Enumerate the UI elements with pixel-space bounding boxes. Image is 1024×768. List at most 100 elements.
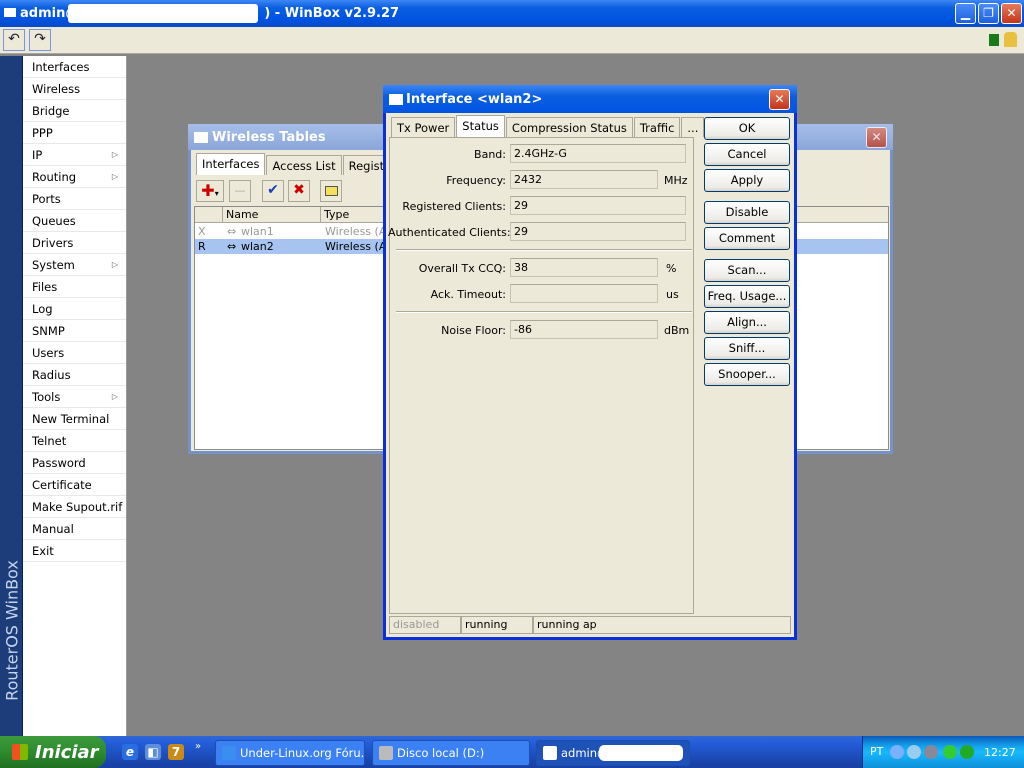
close-button[interactable]: ✕ <box>1001 3 1022 24</box>
ok-button[interactable]: OK <box>704 117 790 140</box>
ack-timeout-unit: us <box>666 288 679 301</box>
interface-dialog-close-button[interactable]: ✕ <box>769 89 790 110</box>
snooper-button[interactable]: Snooper... <box>704 363 790 386</box>
start-label: Iniciar <box>35 742 99 763</box>
task-label: Disco local (D:) <box>397 746 485 760</box>
brand-strip: RouterOS WinBox <box>0 56 23 736</box>
redacted-address <box>68 4 258 23</box>
task-browser[interactable]: Under-Linux.org Fóru... <box>215 740 365 766</box>
remove-button[interactable]: — <box>229 180 251 202</box>
task-explorer[interactable]: Disco local (D:) <box>372 740 530 766</box>
window-icon <box>389 94 403 105</box>
menu-item-snmp[interactable]: SNMP <box>23 320 126 342</box>
clock: 12:27 <box>984 746 1016 759</box>
ack-timeout-value <box>510 284 658 303</box>
separator <box>396 311 692 313</box>
column-header-flag <box>195 207 223 223</box>
browser-icon <box>222 746 236 760</box>
menu-item-tools[interactable]: Tools ▷ <box>23 386 126 408</box>
frequency-unit: MHz <box>664 174 688 187</box>
disable-interface-button[interactable]: Disable <box>704 201 790 224</box>
submenu-arrow-icon: ▷ <box>111 150 118 159</box>
desktop-icon[interactable]: ◧ <box>145 744 161 760</box>
menu-item-new-terminal[interactable]: New Terminal <box>23 408 126 430</box>
enable-button[interactable]: ✔ <box>262 180 284 202</box>
menu-item-queues[interactable]: Queues <box>23 210 126 232</box>
app-titlebar: admin@) - WinBox v2.9.27 ▁ ❐ ✕ <box>0 0 1024 27</box>
scan-button[interactable]: Scan... <box>704 259 790 282</box>
submenu-arrow-icon: ▷ <box>111 392 118 401</box>
menu-item-wireless[interactable]: Wireless <box>23 78 126 100</box>
comment-button[interactable] <box>320 180 342 202</box>
row-name: wlan1 <box>241 225 274 238</box>
overall-tx-ccq-unit: % <box>666 262 677 275</box>
language-indicator[interactable]: PT <box>870 745 883 758</box>
restore-button[interactable]: ❐ <box>978 3 999 24</box>
system-tray: PT 12:27 <box>862 736 1024 768</box>
windows-logo-icon <box>12 744 28 760</box>
menu-item-telnet[interactable]: Telnet <box>23 430 126 452</box>
network-icon[interactable] <box>907 745 921 759</box>
sniff-button[interactable]: Sniff... <box>704 337 790 360</box>
frequency-label: Frequency: <box>446 174 506 187</box>
menu-item-bridge[interactable]: Bridge <box>23 100 126 122</box>
add-button[interactable]: ✚▾ <box>196 180 224 202</box>
authenticated-clients-label: Authenticated Clients: <box>388 226 511 239</box>
band-value: 2.4GHz-G <box>510 144 686 163</box>
align-button[interactable]: Align... <box>704 311 790 334</box>
volume-icon[interactable] <box>924 745 938 759</box>
menu-item-log[interactable]: Log <box>23 298 126 320</box>
menu-item-certificate[interactable]: Certificate <box>23 474 126 496</box>
menu-item-system[interactable]: System ▷ <box>23 254 126 276</box>
interface-dialog-tabs: Tx Power Status Compression Status Traff… <box>391 115 705 139</box>
cancel-button[interactable]: Cancel <box>704 143 790 166</box>
status-disabled: disabled <box>389 616 461 634</box>
quicklaunch-more-icon[interactable]: » <box>195 741 201 752</box>
menu-item-ports[interactable]: Ports <box>23 188 126 210</box>
globe-icon[interactable] <box>960 745 974 759</box>
internet-explorer-icon[interactable]: e <box>122 744 138 760</box>
interface-dialog: Interface <wlan2> ✕ Tx Power Status Comp… <box>383 85 797 640</box>
menu-item-ip[interactable]: IP ▷ <box>23 144 126 166</box>
main-toolbar: ↶ ↷ <box>0 27 1024 54</box>
menu-item-interfaces[interactable]: Interfaces <box>23 56 126 78</box>
registered-clients-value: 29 <box>510 196 686 215</box>
interface-dialog-titlebar[interactable]: Interface <wlan2> ✕ <box>383 85 797 113</box>
column-header-name[interactable]: Name <box>223 207 321 223</box>
tab-compression-status[interactable]: Compression Status <box>505 117 633 137</box>
task-winbox[interactable]: admin@ <box>536 740 690 766</box>
menu-item-exit[interactable]: Exit <box>23 540 126 562</box>
redo-button[interactable]: ↷ <box>29 29 51 51</box>
tab-status[interactable]: Status <box>456 115 505 137</box>
menu-item-password[interactable]: Password <box>23 452 126 474</box>
menu-item-routing[interactable]: Routing ▷ <box>23 166 126 188</box>
quicklaunch-app-icon[interactable]: 7 <box>168 744 184 760</box>
comment-interface-button[interactable]: Comment <box>704 227 790 250</box>
freq-usage-button[interactable]: Freq. Usage... <box>704 285 790 308</box>
status-running-ap: running ap <box>533 616 791 634</box>
menu-item-files[interactable]: Files <box>23 276 126 298</box>
undo-button[interactable]: ↶ <box>3 29 25 51</box>
tab-traffic[interactable]: Traffic <box>633 117 681 137</box>
tab-tx-power[interactable]: Tx Power <box>391 117 456 137</box>
menu-item-ppp[interactable]: PPP <box>23 122 126 144</box>
separator <box>396 249 692 251</box>
menu-item-manual[interactable]: Manual <box>23 518 126 540</box>
noise-floor-value: -86 <box>510 320 658 339</box>
menu-item-radius[interactable]: Radius <box>23 364 126 386</box>
disable-button[interactable]: ✖ <box>288 180 310 202</box>
tray-arrow-icon[interactable] <box>890 745 904 759</box>
band-label: Band: <box>474 148 506 161</box>
app-tray-icon[interactable] <box>943 745 957 759</box>
tab-more[interactable]: ... <box>681 117 705 137</box>
wireless-tables-close-button[interactable]: ✕ <box>866 127 887 148</box>
menu-item-make-supout[interactable]: Make Supout.rif <box>23 496 126 518</box>
start-button[interactable]: Iniciar <box>0 736 106 768</box>
submenu-arrow-icon: ▷ <box>111 260 118 269</box>
tab-access-list[interactable]: Access List <box>266 155 342 175</box>
menu-item-users[interactable]: Users <box>23 342 126 364</box>
menu-item-drivers[interactable]: Drivers <box>23 232 126 254</box>
apply-button[interactable]: Apply <box>704 169 790 192</box>
tab-interfaces[interactable]: Interfaces <box>196 153 266 175</box>
minimize-button[interactable]: ▁ <box>955 3 976 24</box>
